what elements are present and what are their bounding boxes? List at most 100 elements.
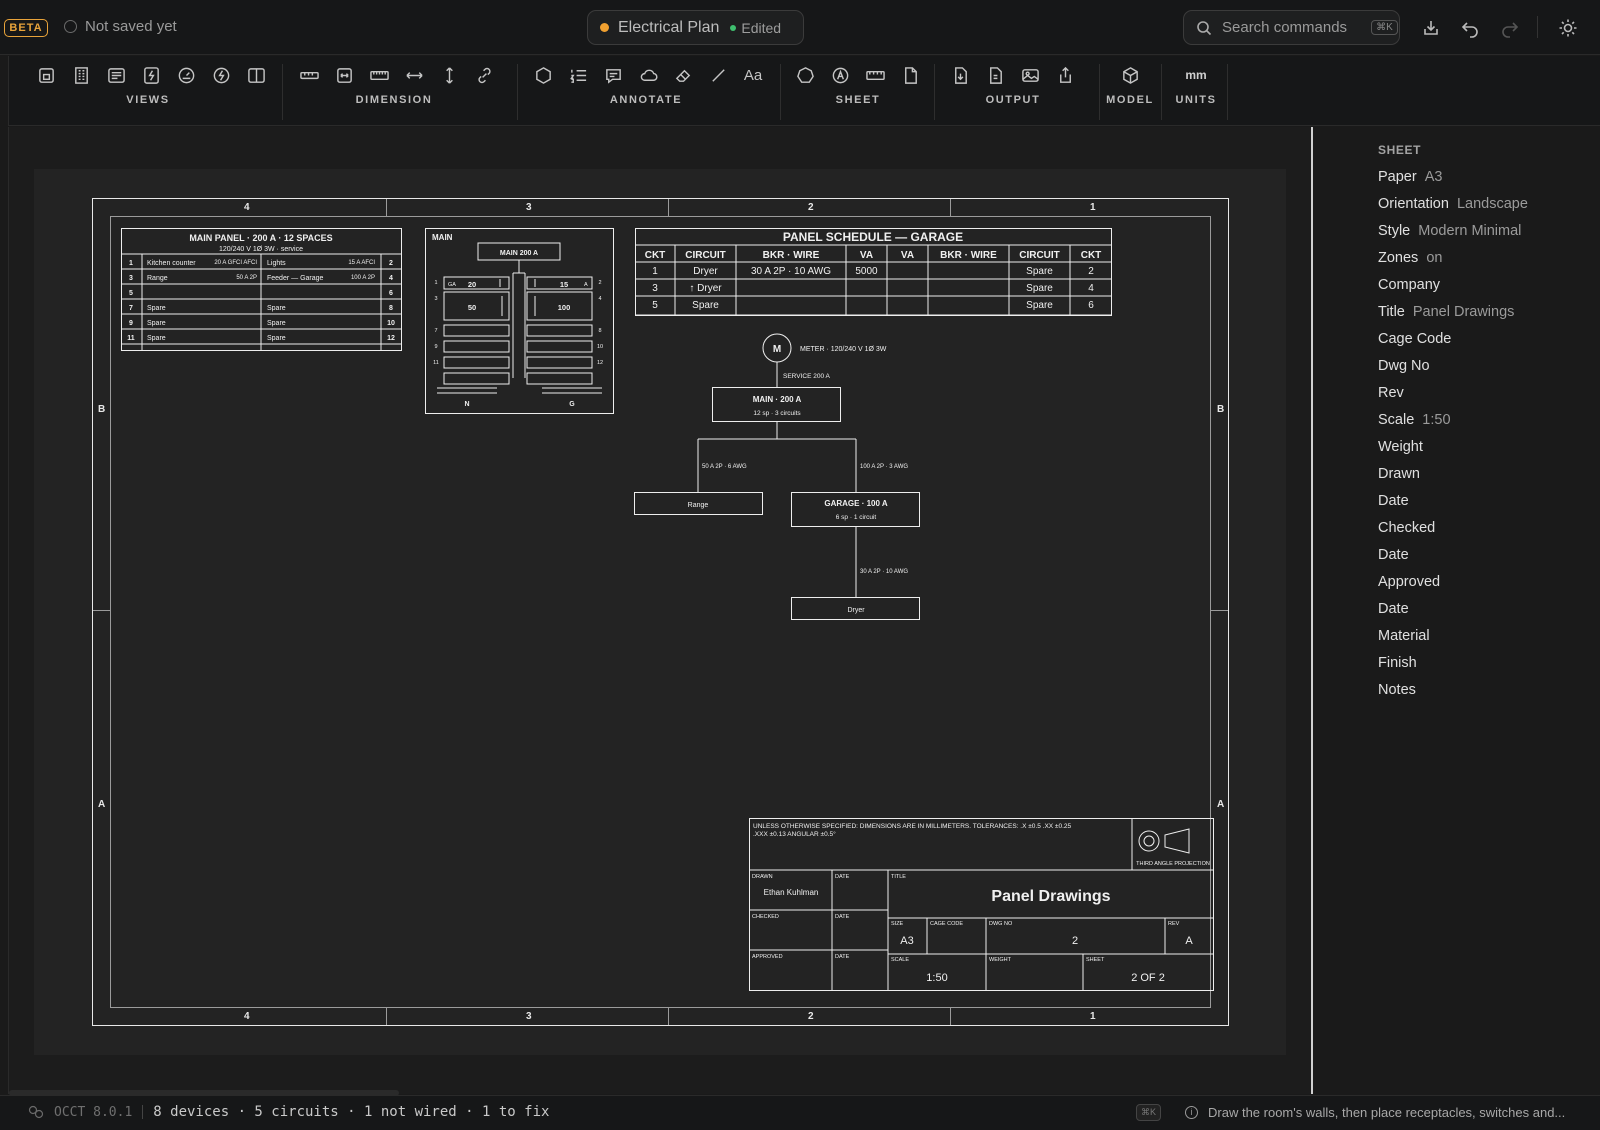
panel-elevation: MAIN MAIN 200 A GA 20 15 A 50 100 1 3 7 9 11 2 4 8 10 1… bbox=[425, 228, 614, 414]
horizontal-dimension-icon[interactable] bbox=[401, 62, 427, 88]
sheet-properties-panel: SHEET Paper A3 Orientation Landscape Style Mo… bbox=[1311, 127, 1600, 1094]
sheet-view-icon[interactable] bbox=[33, 62, 59, 88]
export-file-icon[interactable] bbox=[982, 62, 1008, 88]
property-material[interactable]: Material bbox=[1378, 628, 1430, 644]
elevation-slot-right: 4 bbox=[598, 296, 601, 302]
dwg-no-value: 2 bbox=[1072, 935, 1078, 947]
toolbar-group-views: VIEWS bbox=[33, 56, 288, 126]
schedule-cell: 3 bbox=[652, 283, 658, 294]
tolerance-note: UNLESS OTHERWISE SPECIFIED: DIMENSIONS A… bbox=[753, 823, 1072, 838]
property-rev[interactable]: Rev bbox=[1378, 385, 1404, 401]
units-button[interactable]: mm bbox=[1183, 62, 1209, 88]
ruler-alt-icon[interactable] bbox=[366, 62, 392, 88]
document-title: Electrical Plan bbox=[618, 18, 720, 36]
zone-top-2: 2 bbox=[808, 202, 814, 213]
building-icon[interactable] bbox=[68, 62, 94, 88]
main-panel-ckt-right: 8 bbox=[389, 305, 393, 312]
service-label: SERVICE 200 A bbox=[783, 373, 831, 380]
property-paper[interactable]: Paper A3 bbox=[1378, 169, 1442, 185]
property-company[interactable]: Company bbox=[1378, 277, 1440, 293]
property-approved[interactable]: Approved bbox=[1378, 574, 1440, 590]
toolbar-group-annotate: Aa ANNOTATE bbox=[530, 56, 770, 126]
status-hint: Draw the room's walls, then place recept… bbox=[1208, 1105, 1566, 1120]
property-finish[interactable]: Finish bbox=[1378, 655, 1417, 671]
scale-value: 1:50 bbox=[926, 972, 947, 984]
property-date[interactable]: Date bbox=[1378, 547, 1409, 563]
main-panel-circuit-right: Spare bbox=[267, 305, 286, 312]
property-notes[interactable]: Notes bbox=[1378, 682, 1416, 698]
property-style[interactable]: Style Modern Minimal bbox=[1378, 223, 1521, 239]
group-label-annotate: ANNOTATE bbox=[609, 94, 683, 106]
download-button[interactable] bbox=[1418, 15, 1444, 41]
line-icon[interactable] bbox=[705, 62, 731, 88]
shape-icon[interactable] bbox=[792, 62, 818, 88]
title-block-icon[interactable] bbox=[862, 62, 888, 88]
property-value: A3 bbox=[1424, 169, 1443, 185]
eraser-icon[interactable] bbox=[670, 62, 696, 88]
schedule-cell: Dryer bbox=[693, 266, 718, 277]
undo-button[interactable] bbox=[1457, 15, 1483, 41]
redo-icon bbox=[1502, 22, 1519, 38]
page-icon[interactable] bbox=[897, 62, 923, 88]
list-view-icon[interactable] bbox=[103, 62, 129, 88]
property-orientation[interactable]: Orientation Landscape bbox=[1378, 196, 1528, 212]
title-block: UNLESS OTHERWISE SPECIFIED: DIMENSIONS A… bbox=[749, 818, 1214, 991]
property-title[interactable]: Title Panel Drawings bbox=[1378, 304, 1514, 320]
elevation-slot-right: 12 bbox=[597, 360, 603, 366]
link-icon[interactable] bbox=[471, 62, 497, 88]
property-label: Material bbox=[1378, 628, 1430, 644]
property-scale[interactable]: Scale 1:50 bbox=[1378, 412, 1451, 428]
main-panel-circuit-right: Feeder — Garage bbox=[267, 275, 324, 282]
ruler-icon[interactable] bbox=[296, 62, 322, 88]
lightning-icon[interactable] bbox=[208, 62, 234, 88]
unsaved-circle-icon bbox=[64, 20, 77, 33]
cube-icon[interactable] bbox=[1117, 62, 1143, 88]
schedule-cell: 6 bbox=[1088, 300, 1094, 311]
cloud-icon[interactable] bbox=[635, 62, 661, 88]
export-image-icon[interactable] bbox=[1017, 62, 1043, 88]
theme-toggle-button[interactable] bbox=[1555, 15, 1581, 41]
elevation-breaker-100: 100 bbox=[558, 303, 571, 312]
share-icon[interactable] bbox=[1052, 62, 1078, 88]
hexagon-icon[interactable] bbox=[530, 62, 556, 88]
vertical-dimension-icon[interactable] bbox=[436, 62, 462, 88]
meter-icon[interactable] bbox=[173, 62, 199, 88]
document-title-pill[interactable]: Electrical Plan Edited bbox=[587, 10, 804, 45]
main-panel-ckt-left: 7 bbox=[129, 305, 133, 312]
property-cage-code[interactable]: Cage Code bbox=[1378, 331, 1451, 347]
numbered-list-icon[interactable] bbox=[565, 62, 591, 88]
main-panel-ckt-right: 10 bbox=[387, 320, 395, 327]
property-label: Weight bbox=[1378, 439, 1423, 455]
property-label: Paper bbox=[1378, 169, 1417, 185]
command-search[interactable]: Search commands ⌘K bbox=[1183, 10, 1400, 45]
property-dwg-no[interactable]: Dwg No bbox=[1378, 358, 1430, 374]
toolbar-group-model: MODEL bbox=[1105, 56, 1155, 126]
elevation-breaker-20: 20 bbox=[468, 280, 476, 289]
schedule-cell: 1 bbox=[652, 266, 658, 277]
comment-icon[interactable] bbox=[600, 62, 626, 88]
property-weight[interactable]: Weight bbox=[1378, 439, 1423, 455]
main-panel-ckt-left: 3 bbox=[129, 275, 133, 282]
checked-label: CHECKED bbox=[752, 914, 779, 920]
property-zones[interactable]: Zones on bbox=[1378, 250, 1442, 266]
electrical-panel-icon[interactable] bbox=[138, 62, 164, 88]
drawing-canvas[interactable]: 4 3 2 1 4 3 2 1 B A B A MAIN PANEL · 200… bbox=[8, 127, 1310, 1096]
property-drawn[interactable]: Drawn bbox=[1378, 466, 1420, 482]
split-view-icon[interactable] bbox=[243, 62, 269, 88]
title-value: Panel Drawings bbox=[991, 888, 1110, 905]
search-shortcut: ⌘K bbox=[1371, 20, 1398, 35]
property-date[interactable]: Date bbox=[1378, 601, 1409, 617]
stamp-icon[interactable] bbox=[827, 62, 853, 88]
text-icon[interactable]: Aa bbox=[740, 62, 766, 88]
approved-date-label: DATE bbox=[835, 954, 850, 960]
schedule-header: VA bbox=[860, 250, 873, 261]
status-summary[interactable]: 8 devices · 5 circuits · 1 not wired · 1… bbox=[153, 1104, 549, 1120]
fit-dimension-icon[interactable] bbox=[331, 62, 357, 88]
property-checked[interactable]: Checked bbox=[1378, 520, 1435, 536]
schedule-cell: 5000 bbox=[855, 266, 878, 277]
info-icon: i bbox=[1185, 1106, 1199, 1119]
property-date[interactable]: Date bbox=[1378, 493, 1409, 509]
zone-bottom-4: 4 bbox=[244, 1011, 250, 1022]
export-pdf-icon[interactable] bbox=[947, 62, 973, 88]
redo-button[interactable] bbox=[1497, 15, 1523, 41]
